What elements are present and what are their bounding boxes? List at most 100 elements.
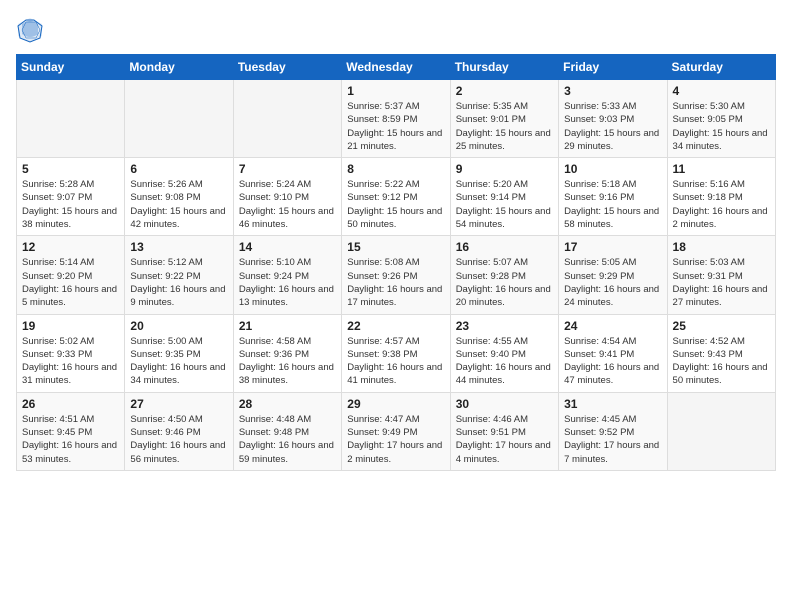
calendar-day-3: 3 Sunrise: 5:33 AM Sunset: 9:03 PM Daylig… (559, 80, 667, 158)
day-info: Sunrise: 5:35 AM Sunset: 9:01 PM Dayligh… (456, 100, 553, 153)
calendar-empty-cell (17, 80, 125, 158)
day-info: Sunrise: 5:28 AM Sunset: 9:07 PM Dayligh… (22, 178, 119, 231)
calendar-day-1: 1 Sunrise: 5:37 AM Sunset: 8:59 PM Daylig… (342, 80, 450, 158)
calendar-day-7: 7Sunrise: 5:24 AM Sunset: 9:10 PM Daylig… (233, 158, 341, 236)
calendar-week-row: 26 Sunrise: 4:51 AM Sunset: 9:45 PM Dayli… (17, 392, 776, 470)
calendar-day-13: 13Sunrise: 5:12 AM Sunset: 9:22 PM Dayli… (125, 236, 233, 314)
calendar-day-30: 30Sunrise: 4:46 AM Sunset: 9:51 PM Dayli… (450, 392, 558, 470)
calendar-day-11: 11 Sunrise: 5:16 AM Sunset: 9:18 PM Dayli… (667, 158, 775, 236)
day-number: 5 (22, 162, 119, 176)
day-number: 25 (673, 319, 770, 333)
calendar-day-24: 24 Sunrise: 4:54 AM Sunset: 9:41 PM Dayli… (559, 314, 667, 392)
day-info: Sunrise: 5:02 AM Sunset: 9:33 PM Dayligh… (22, 335, 119, 388)
calendar-day-2: 2 Sunrise: 5:35 AM Sunset: 9:01 PM Daylig… (450, 80, 558, 158)
calendar-day-20: 20 Sunrise: 5:00 AM Sunset: 9:35 PM Dayli… (125, 314, 233, 392)
weekday-header-row: SundayMondayTuesdayWednesdayThursdayFrid… (17, 55, 776, 80)
day-number: 9 (456, 162, 553, 176)
day-number: 17 (564, 240, 661, 254)
weekday-header-friday: Friday (559, 55, 667, 80)
day-info: Sunrise: 5:20 AM Sunset: 9:14 PM Dayligh… (456, 178, 553, 231)
day-number: 11 (673, 162, 770, 176)
day-info: Sunrise: 5:22 AM Sunset: 9:12 PM Dayligh… (347, 178, 444, 231)
day-number: 1 (347, 84, 444, 98)
day-number: 24 (564, 319, 661, 333)
weekday-header-wednesday: Wednesday (342, 55, 450, 80)
day-number: 28 (239, 397, 336, 411)
day-info: Sunrise: 4:47 AM Sunset: 9:49 PM Dayligh… (347, 413, 444, 466)
weekday-header-saturday: Saturday (667, 55, 775, 80)
calendar-day-22: 22 Sunrise: 4:57 AM Sunset: 9:38 PM Dayli… (342, 314, 450, 392)
calendar-day-6: 6 Sunrise: 5:26 AM Sunset: 9:08 PM Daylig… (125, 158, 233, 236)
day-number: 10 (564, 162, 661, 176)
calendar-day-27: 27 Sunrise: 4:50 AM Sunset: 9:46 PM Dayli… (125, 392, 233, 470)
calendar-day-5: 5 Sunrise: 5:28 AM Sunset: 9:07 PM Daylig… (17, 158, 125, 236)
day-number: 3 (564, 84, 661, 98)
day-number: 19 (22, 319, 119, 333)
calendar-day-9: 9 Sunrise: 5:20 AM Sunset: 9:14 PM Daylig… (450, 158, 558, 236)
weekday-header-thursday: Thursday (450, 55, 558, 80)
header (16, 16, 776, 44)
day-number: 16 (456, 240, 553, 254)
calendar-empty-cell (667, 392, 775, 470)
calendar-empty-cell (233, 80, 341, 158)
calendar-day-10: 10Sunrise: 5:18 AM Sunset: 9:16 PM Dayli… (559, 158, 667, 236)
day-number: 13 (130, 240, 227, 254)
day-info: Sunrise: 5:30 AM Sunset: 9:05 PM Dayligh… (673, 100, 770, 153)
day-number: 22 (347, 319, 444, 333)
logo-icon (16, 16, 44, 44)
day-number: 15 (347, 240, 444, 254)
calendar-day-19: 19 Sunrise: 5:02 AM Sunset: 9:33 PM Dayli… (17, 314, 125, 392)
calendar-day-31: 31 Sunrise: 4:45 AM Sunset: 9:52 PM Dayli… (559, 392, 667, 470)
day-number: 26 (22, 397, 119, 411)
day-info: Sunrise: 4:50 AM Sunset: 9:46 PM Dayligh… (130, 413, 227, 466)
day-number: 31 (564, 397, 661, 411)
day-info: Sunrise: 4:54 AM Sunset: 9:41 PM Dayligh… (564, 335, 661, 388)
day-info: Sunrise: 5:24 AM Sunset: 9:10 PM Dayligh… (239, 178, 336, 231)
day-info: Sunrise: 4:57 AM Sunset: 9:38 PM Dayligh… (347, 335, 444, 388)
day-info: Sunrise: 4:52 AM Sunset: 9:43 PM Dayligh… (673, 335, 770, 388)
day-number: 8 (347, 162, 444, 176)
calendar-day-14: 14Sunrise: 5:10 AM Sunset: 9:24 PM Dayli… (233, 236, 341, 314)
day-number: 6 (130, 162, 227, 176)
weekday-header-tuesday: Tuesday (233, 55, 341, 80)
weekday-header-sunday: Sunday (17, 55, 125, 80)
calendar-day-23: 23 Sunrise: 4:55 AM Sunset: 9:40 PM Dayli… (450, 314, 558, 392)
day-number: 4 (673, 84, 770, 98)
calendar-week-row: 1 Sunrise: 5:37 AM Sunset: 8:59 PM Daylig… (17, 80, 776, 158)
calendar-week-row: 12Sunrise: 5:14 AM Sunset: 9:20 PM Dayli… (17, 236, 776, 314)
day-info: Sunrise: 5:37 AM Sunset: 8:59 PM Dayligh… (347, 100, 444, 153)
day-number: 23 (456, 319, 553, 333)
logo (16, 16, 48, 44)
day-number: 18 (673, 240, 770, 254)
calendar-week-row: 5 Sunrise: 5:28 AM Sunset: 9:07 PM Daylig… (17, 158, 776, 236)
calendar-empty-cell (125, 80, 233, 158)
calendar-day-4: 4 Sunrise: 5:30 AM Sunset: 9:05 PM Daylig… (667, 80, 775, 158)
day-info: Sunrise: 5:00 AM Sunset: 9:35 PM Dayligh… (130, 335, 227, 388)
calendar-day-25: 25 Sunrise: 4:52 AM Sunset: 9:43 PM Dayli… (667, 314, 775, 392)
day-number: 29 (347, 397, 444, 411)
day-info: Sunrise: 5:16 AM Sunset: 9:18 PM Dayligh… (673, 178, 770, 231)
calendar-day-21: 21Sunrise: 4:58 AM Sunset: 9:36 PM Dayli… (233, 314, 341, 392)
day-info: Sunrise: 5:10 AM Sunset: 9:24 PM Dayligh… (239, 256, 336, 309)
day-info: Sunrise: 5:08 AM Sunset: 9:26 PM Dayligh… (347, 256, 444, 309)
day-info: Sunrise: 5:14 AM Sunset: 9:20 PM Dayligh… (22, 256, 119, 309)
day-number: 27 (130, 397, 227, 411)
day-info: Sunrise: 4:45 AM Sunset: 9:52 PM Dayligh… (564, 413, 661, 466)
day-info: Sunrise: 5:07 AM Sunset: 9:28 PM Dayligh… (456, 256, 553, 309)
day-number: 2 (456, 84, 553, 98)
day-info: Sunrise: 4:48 AM Sunset: 9:48 PM Dayligh… (239, 413, 336, 466)
day-info: Sunrise: 4:51 AM Sunset: 9:45 PM Dayligh… (22, 413, 119, 466)
day-number: 21 (239, 319, 336, 333)
day-info: Sunrise: 4:55 AM Sunset: 9:40 PM Dayligh… (456, 335, 553, 388)
calendar-table: SundayMondayTuesdayWednesdayThursdayFrid… (16, 54, 776, 471)
day-info: Sunrise: 5:05 AM Sunset: 9:29 PM Dayligh… (564, 256, 661, 309)
day-info: Sunrise: 5:33 AM Sunset: 9:03 PM Dayligh… (564, 100, 661, 153)
calendar-week-row: 19 Sunrise: 5:02 AM Sunset: 9:33 PM Dayli… (17, 314, 776, 392)
day-number: 30 (456, 397, 553, 411)
page: SundayMondayTuesdayWednesdayThursdayFrid… (0, 0, 792, 612)
day-number: 20 (130, 319, 227, 333)
calendar-day-15: 15 Sunrise: 5:08 AM Sunset: 9:26 PM Dayli… (342, 236, 450, 314)
calendar-day-26: 26 Sunrise: 4:51 AM Sunset: 9:45 PM Dayli… (17, 392, 125, 470)
calendar-day-16: 16 Sunrise: 5:07 AM Sunset: 9:28 PM Dayli… (450, 236, 558, 314)
day-info: Sunrise: 5:26 AM Sunset: 9:08 PM Dayligh… (130, 178, 227, 231)
